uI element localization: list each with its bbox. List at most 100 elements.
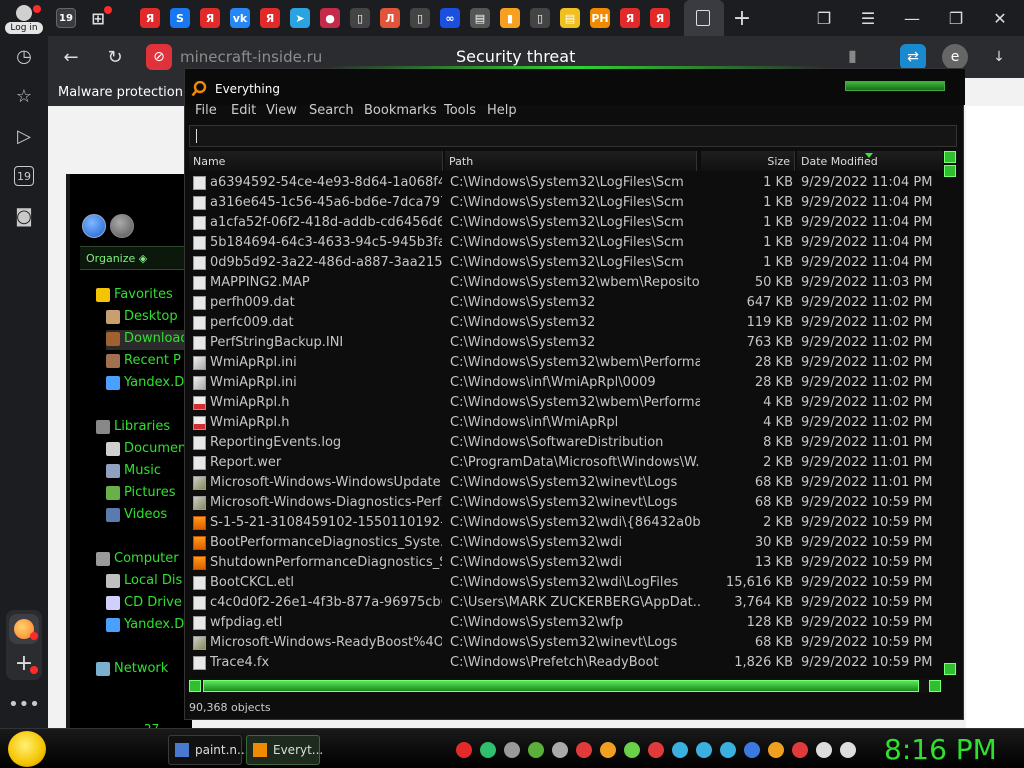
table-row[interactable]: wfpdiag.etl C:\Windows\System32\wfp 128 KB… bbox=[189, 613, 939, 633]
utorrent-tray-icon[interactable] bbox=[528, 742, 544, 758]
vk-icon[interactable]: vk bbox=[230, 8, 250, 28]
bookmark-icon[interactable]: ▮ bbox=[848, 46, 857, 65]
table-row[interactable]: perfc009.dat C:\Windows\System32 119 KB 9/2… bbox=[189, 313, 939, 333]
explorer-item[interactable]: CD Drive bbox=[106, 594, 196, 614]
explorer-item[interactable]: Favorites bbox=[96, 286, 196, 306]
table-row[interactable]: BootCKCL.etl C:\Windows\System32\wdi\LogF… bbox=[189, 573, 939, 593]
table-row[interactable]: WmiApRpl.h C:\Windows\inf\WmiApRpl 4 KB 9/2… bbox=[189, 413, 939, 433]
taskbar-button[interactable]: Everyt... bbox=[246, 735, 323, 765]
reload-button[interactable]: ↻ bbox=[102, 44, 128, 70]
table-row[interactable]: a1cfa52f-06f2-418d-addb-cd6456d66f... C:\… bbox=[189, 213, 939, 233]
store-icon[interactable]: ▤ bbox=[470, 8, 490, 28]
minimize-button[interactable]: — bbox=[898, 6, 926, 30]
active-tab[interactable] bbox=[684, 0, 724, 36]
column-name[interactable]: Name bbox=[189, 151, 443, 171]
table-row[interactable]: BootPerformanceDiagnostics_Syste... C:\Wi… bbox=[189, 533, 939, 553]
start-button-smiley-icon[interactable] bbox=[8, 731, 46, 767]
table-row[interactable]: WmiApRpl.ini C:\Windows\inf\WmiApRpl\0009… bbox=[189, 373, 939, 393]
document-icon[interactable]: ▯ bbox=[410, 8, 430, 28]
shazam-icon[interactable]: S bbox=[170, 8, 190, 28]
login-button[interactable]: Log in bbox=[3, 2, 45, 36]
network-tray-icon[interactable] bbox=[672, 742, 688, 758]
cloud-tray-icon[interactable] bbox=[720, 742, 736, 758]
opera-icon[interactable]: ● bbox=[320, 8, 340, 28]
infinity-icon[interactable]: ∞ bbox=[440, 8, 460, 28]
pen-tray-icon[interactable] bbox=[648, 742, 664, 758]
telegram-icon[interactable]: ➤ bbox=[290, 8, 310, 28]
table-row[interactable]: ReportingEvents.log C:\Windows\SoftwareDi… bbox=[189, 433, 939, 453]
menu-edit[interactable]: Edit bbox=[231, 103, 256, 118]
flag-tray-icon[interactable] bbox=[792, 742, 808, 758]
table-row[interactable]: perfh009.dat C:\Windows\System32 647 KB 9/2… bbox=[189, 293, 939, 313]
table-row[interactable]: a316e645-1c56-45a6-bd6e-7dca7977... C:\Wi… bbox=[189, 193, 939, 213]
table-row[interactable]: 0d9b5d92-3a22-486d-a887-3aa21597... C:\Wi… bbox=[189, 253, 939, 273]
scroll-right-icon[interactable] bbox=[929, 680, 941, 692]
document-icon[interactable]: ▯ bbox=[530, 8, 550, 28]
explorer-item[interactable]: Documen bbox=[106, 440, 196, 460]
menu-file[interactable]: File bbox=[195, 103, 217, 118]
table-row[interactable]: 5b184694-64c3-4633-94c5-945b3fa56... C:\W… bbox=[189, 233, 939, 253]
explorer-back-icon[interactable] bbox=[82, 214, 106, 238]
translate-icon[interactable]: ⇄ bbox=[900, 44, 926, 70]
taskbar-button[interactable]: paint.n... bbox=[168, 735, 248, 765]
security-warning-icon[interactable]: ⊘ bbox=[146, 44, 172, 70]
horizontal-scroll-thumb[interactable] bbox=[203, 680, 919, 692]
table-row[interactable]: S-1-5-21-3108459102-1550110192-190... C:\… bbox=[189, 513, 939, 533]
table-row[interactable]: WmiApRpl.ini C:\Windows\System32\wbem\Per… bbox=[189, 353, 939, 373]
monitor-tray-icon[interactable] bbox=[816, 742, 832, 758]
timer-tray-icon[interactable] bbox=[480, 742, 496, 758]
url-text[interactable]: minecraft-inside.ru bbox=[180, 48, 322, 66]
gamepad-tray-icon[interactable] bbox=[624, 742, 640, 758]
explorer-item[interactable]: Music bbox=[106, 462, 196, 482]
screenshot-icon[interactable]: ◙ bbox=[8, 200, 40, 232]
explorer-item[interactable]: Videos bbox=[106, 506, 196, 526]
yandex-icon[interactable]: Я bbox=[620, 8, 640, 28]
scroll-left-icon[interactable] bbox=[189, 680, 201, 692]
shield-tray-icon[interactable] bbox=[504, 742, 520, 758]
document-icon[interactable]: ▯ bbox=[350, 8, 370, 28]
play-icon[interactable]: ▷ bbox=[8, 120, 40, 152]
history-icon[interactable]: ◷ bbox=[8, 40, 40, 72]
table-row[interactable]: Microsoft-Windows-ReadyBoost%4O... C:\Win… bbox=[189, 633, 939, 653]
table-row[interactable]: MAPPING2.MAP C:\Windows\System32\wbem\Rep… bbox=[189, 273, 939, 293]
table-row[interactable]: Trace4.fx C:\Windows\Prefetch\ReadyBoot 1,… bbox=[189, 653, 939, 673]
menu-bookmarks[interactable]: Bookmarks bbox=[364, 103, 437, 118]
tabs-manager-icon[interactable]: ❐ bbox=[810, 6, 838, 30]
yandex-icon[interactable]: Я bbox=[140, 8, 160, 28]
menu-help[interactable]: Help bbox=[487, 103, 517, 118]
chart-icon[interactable]: ▮ bbox=[500, 8, 520, 28]
volume-tray-icon[interactable] bbox=[840, 742, 856, 758]
explorer-item[interactable]: Pictures bbox=[106, 484, 196, 504]
table-row[interactable]: PerfStringBackup.INI C:\Windows\System32 7… bbox=[189, 333, 939, 353]
clock[interactable]: 8:16 PM bbox=[884, 733, 997, 766]
download-icon[interactable]: ↓ bbox=[986, 44, 1012, 70]
explorer-item[interactable]: Recent P bbox=[106, 352, 196, 372]
agent-tray-icon[interactable] bbox=[744, 742, 760, 758]
ph-icon[interactable]: PH bbox=[590, 8, 610, 28]
yandex-icon[interactable]: Я bbox=[260, 8, 280, 28]
results-list[interactable]: a6394592-54ce-4e93-8d64-1a068f462... C:\W… bbox=[189, 173, 939, 675]
menu-search[interactable]: Search bbox=[309, 103, 354, 118]
lastfm-icon[interactable]: Л bbox=[380, 8, 400, 28]
scroll-up-icon[interactable] bbox=[944, 151, 956, 163]
favorites-star-icon[interactable]: ☆ bbox=[8, 80, 40, 112]
menu-view[interactable]: View bbox=[266, 103, 297, 118]
table-row[interactable]: Report.wer C:\ProgramData\Microsoft\Windo… bbox=[189, 453, 939, 473]
explorer-item[interactable]: Desktop bbox=[106, 308, 196, 328]
more-icon[interactable]: ••• bbox=[8, 688, 40, 720]
close-button[interactable]: ✕ bbox=[986, 6, 1014, 30]
yandex-icon[interactable]: Я bbox=[650, 8, 670, 28]
menu-tools[interactable]: Tools bbox=[444, 103, 476, 118]
new-tab-button[interactable]: + bbox=[728, 6, 756, 31]
vertical-scrollbar[interactable] bbox=[943, 151, 957, 677]
window-controls[interactable] bbox=[845, 81, 945, 91]
explorer-item[interactable]: Download bbox=[106, 330, 196, 350]
table-row[interactable]: ShutdownPerformanceDiagnostics_S... C:\Wi… bbox=[189, 553, 939, 573]
scroll-thumb[interactable] bbox=[944, 165, 956, 177]
table-row[interactable]: Microsoft-Windows-Diagnostics-Perf... C:\… bbox=[189, 493, 939, 513]
yandex-tray-icon[interactable] bbox=[456, 742, 472, 758]
steam-tray-icon[interactable] bbox=[552, 742, 568, 758]
back-button[interactable]: ← bbox=[58, 44, 84, 70]
search-tray-icon[interactable] bbox=[768, 742, 784, 758]
column-size[interactable]: Size bbox=[701, 151, 795, 171]
